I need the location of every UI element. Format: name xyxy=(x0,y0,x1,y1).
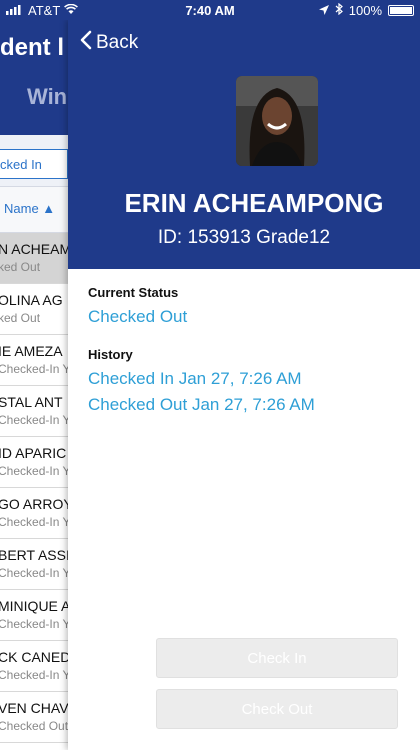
sort-by-name-button[interactable]: Name ▲ xyxy=(4,201,55,216)
bluetooth-icon xyxy=(335,2,343,18)
list-item[interactable]: MINIQUE A Checked-In Y xyxy=(0,590,68,641)
list-item[interactable]: GO ARROY Checked-In Y xyxy=(0,488,68,539)
history-label: History xyxy=(88,347,133,362)
list-item[interactable]: VEN CHAV Checked Out xyxy=(0,692,68,743)
list-item-name: CK CANED xyxy=(0,649,68,665)
sort-bar: Name ▲ xyxy=(0,187,68,233)
list-header: dent l Win xyxy=(0,20,68,135)
student-detail-panel: Back ERIN ACHEAMPONG ID: 153913 Grade12 … xyxy=(68,20,420,750)
list-item-status: Checked-In Y xyxy=(0,617,68,631)
list-item[interactable]: IE AMEZA Checked-In Y xyxy=(0,335,68,386)
list-item-status: Checked-In Y xyxy=(0,668,68,682)
status-right: 100% xyxy=(318,2,414,18)
list-item[interactable]: STAL ANT Checked-In Y xyxy=(0,386,68,437)
history-entry: Checked Out Jan 27, 7:26 AM xyxy=(88,395,315,414)
student-id-grade: ID: 153913 Grade12 xyxy=(157,227,331,248)
list-item-status: Checked-In Y xyxy=(0,362,68,376)
list-item-name: STAL ANT xyxy=(0,394,63,410)
status-bar: AT&T 7:40 AM 100% xyxy=(0,0,420,20)
list-item-name: VEN CHAV xyxy=(0,700,68,716)
list-item-status: ked Out xyxy=(0,260,41,274)
student-list: N ACHEAM ked Out OLINA AG ked Out IE AMEZA Ch… xyxy=(0,233,68,743)
list-item-status: Checked-In Y xyxy=(0,464,68,478)
list-subtitle: Win xyxy=(27,84,68,109)
list-item[interactable]: N ACHEAM ked Out xyxy=(0,233,68,284)
list-item-status: Checked-In Y xyxy=(0,413,68,427)
list-title: dent l xyxy=(0,34,64,61)
filter-bar: cked In xyxy=(0,135,68,187)
list-item-status: Checked-In Y xyxy=(0,566,68,580)
list-item-status: Checked-In Y xyxy=(0,515,68,529)
list-item-status: Checked Out xyxy=(0,719,68,733)
list-item[interactable]: CK CANED Checked-In Y xyxy=(0,641,68,692)
chevron-left-icon xyxy=(80,30,92,56)
current-status-value: Checked Out xyxy=(88,307,188,326)
student-list-screen: dent l Win cked In Name ▲ N ACHEAM ked Ou… xyxy=(0,20,68,750)
list-item-status: ked Out xyxy=(0,311,41,325)
list-item-name: GO ARROY xyxy=(0,496,68,512)
back-button[interactable]: Back xyxy=(80,30,138,56)
student-name: ERIN ACHEAMPONG xyxy=(124,188,384,218)
list-item-name: BERT ASSI xyxy=(0,547,68,563)
battery-icon xyxy=(388,5,414,16)
current-status-label: Current Status xyxy=(88,285,179,300)
back-label: Back xyxy=(96,32,139,53)
list-item-name: ID APARIC xyxy=(0,445,67,461)
list-item-name: MINIQUE A xyxy=(0,598,68,614)
location-icon xyxy=(318,3,329,18)
student-photo xyxy=(236,76,318,166)
list-item-name: N ACHEAM xyxy=(0,241,68,257)
list-item[interactable]: BERT ASSI Checked-In Y xyxy=(0,539,68,590)
battery-percent: 100% xyxy=(348,3,382,18)
list-item[interactable]: OLINA AG ked Out xyxy=(0,284,68,335)
check-in-button[interactable]: Check In xyxy=(156,638,398,678)
list-item-name: OLINA AG xyxy=(0,292,63,308)
check-out-button[interactable]: Check Out xyxy=(156,689,398,729)
list-item-name: IE AMEZA xyxy=(0,343,63,359)
history-entry: Checked In Jan 27, 7:26 AM xyxy=(88,369,302,388)
detail-header: Back ERIN ACHEAMPONG ID: 153913 Grade12 xyxy=(68,20,420,269)
list-item[interactable]: ID APARIC Checked-In Y xyxy=(0,437,68,488)
filter-checked-in-tab[interactable]: cked In xyxy=(0,149,68,179)
